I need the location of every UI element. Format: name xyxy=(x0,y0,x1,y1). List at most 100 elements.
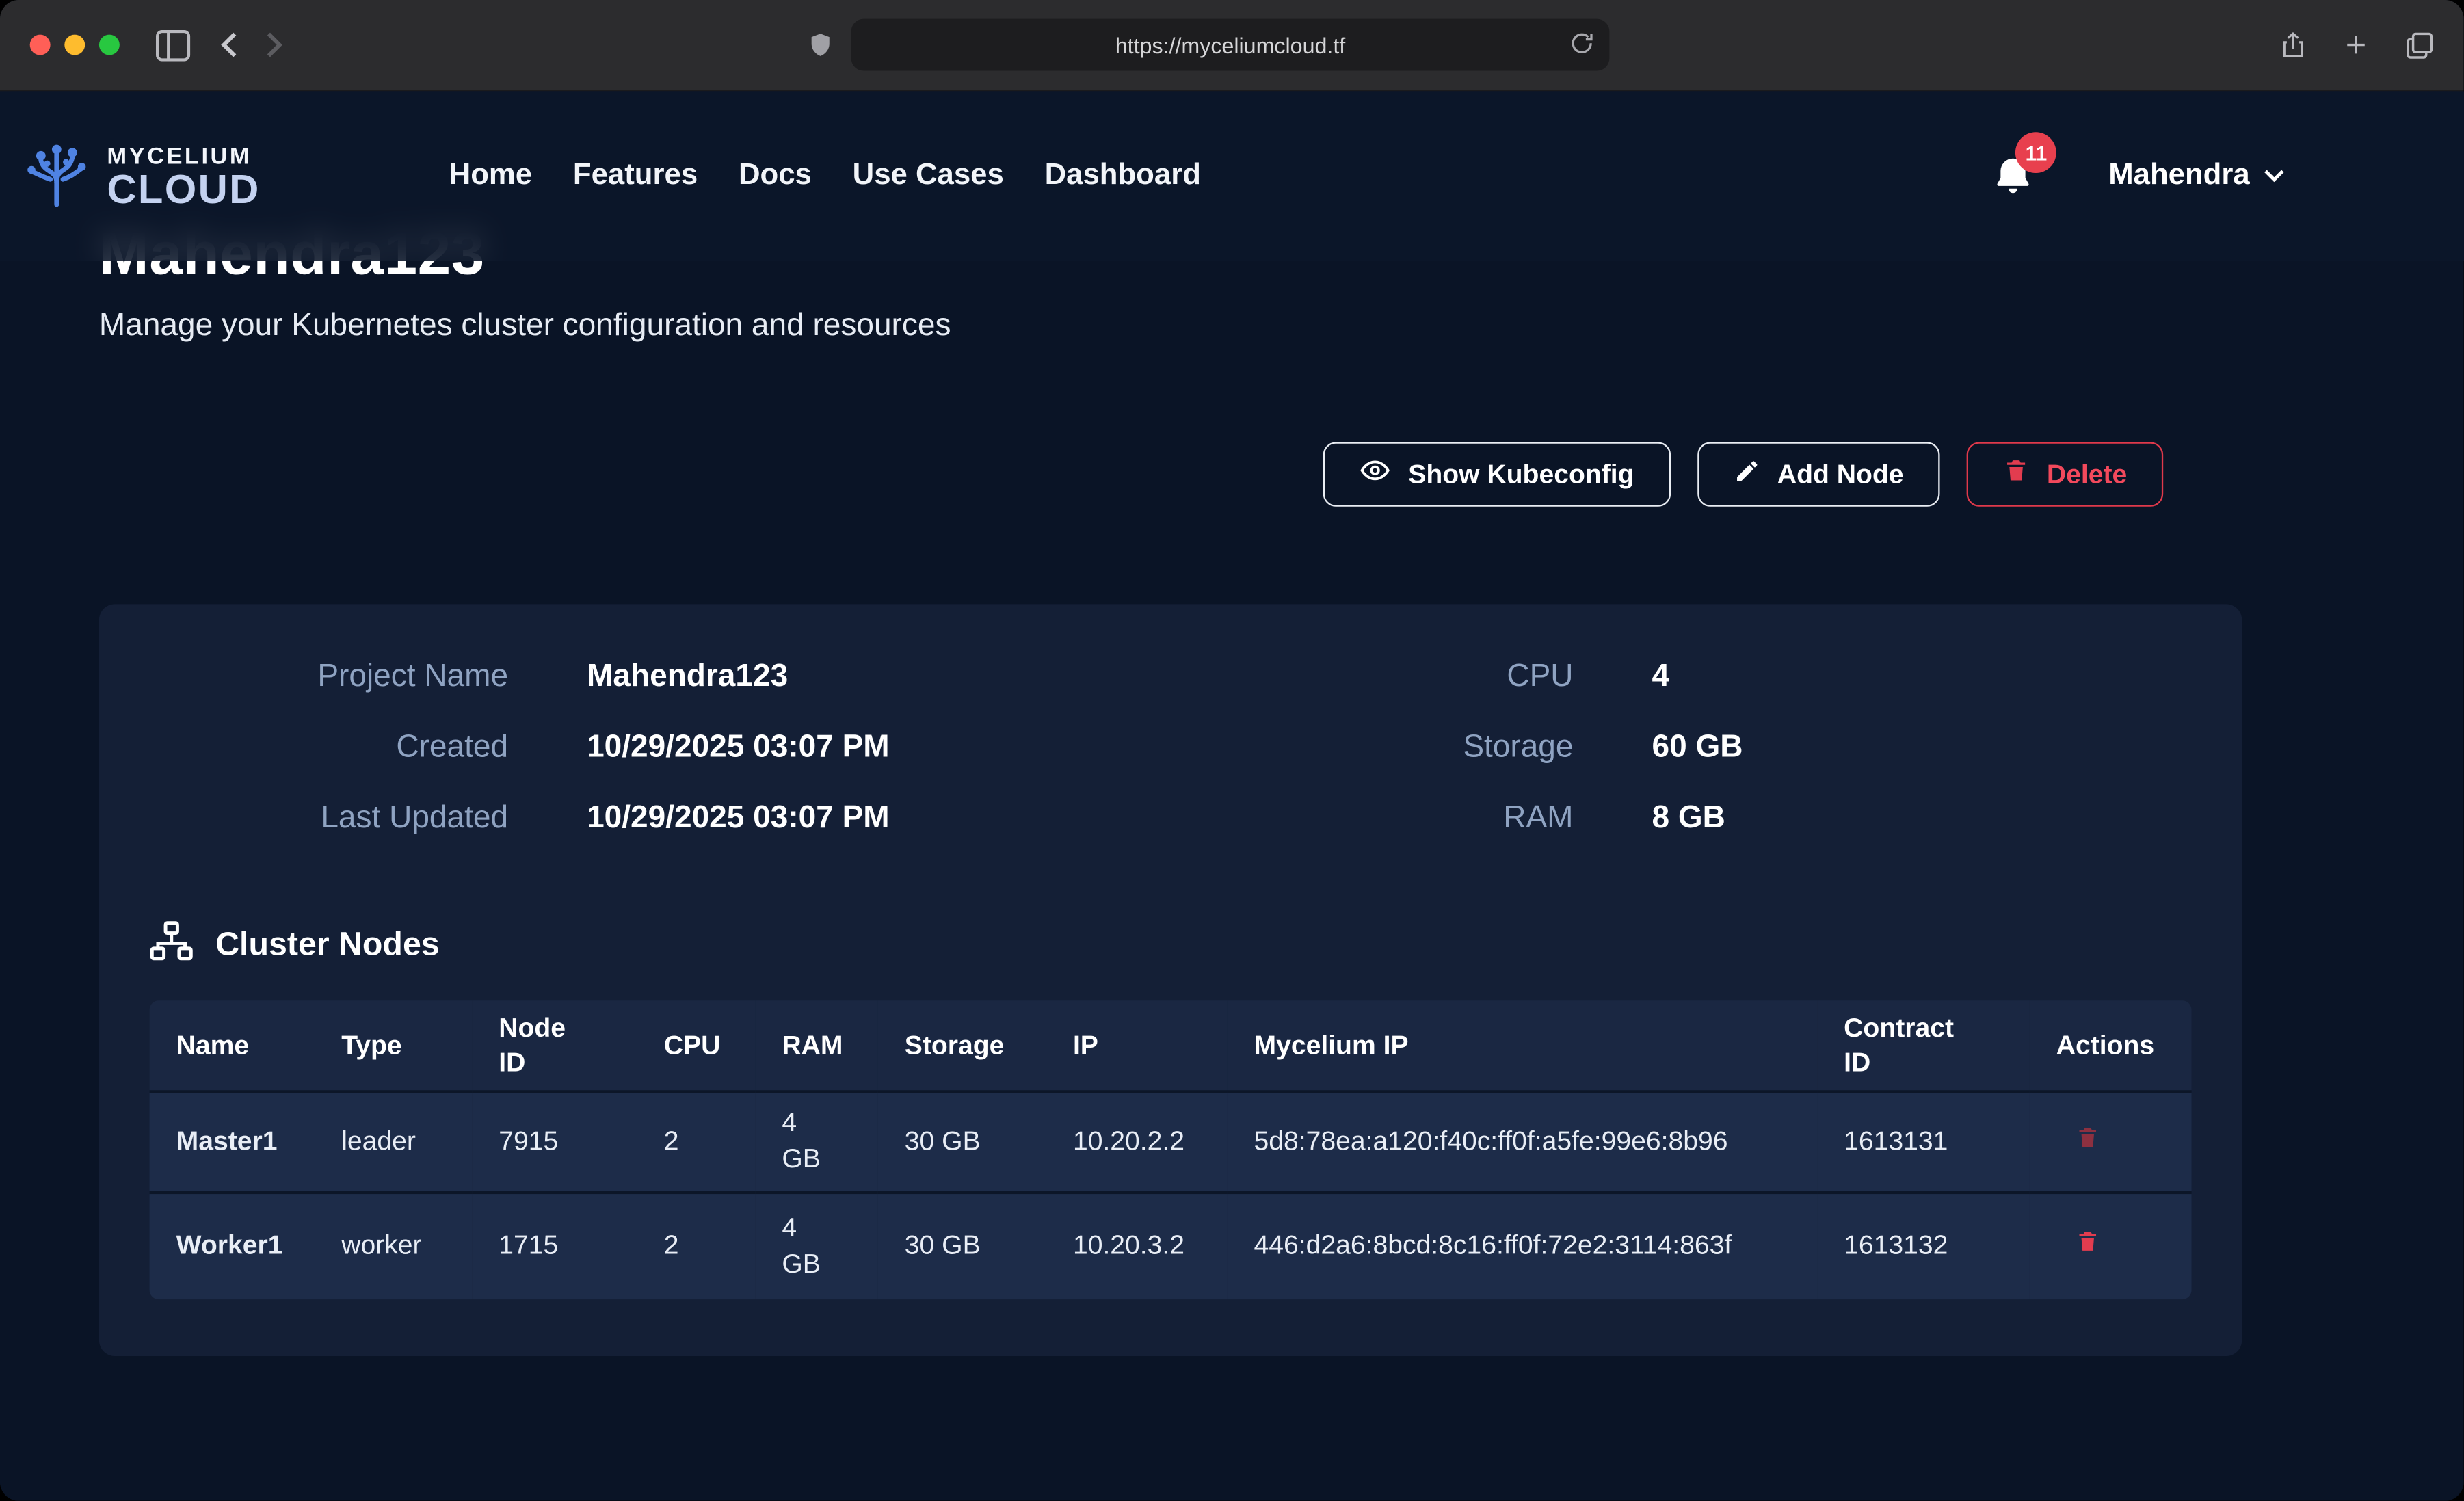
privacy-shield-icon[interactable] xyxy=(807,30,834,60)
delete-node-button[interactable] xyxy=(2056,1227,2100,1260)
chevron-down-icon xyxy=(2264,162,2284,190)
cluster-actions: Show Kubeconfig Add Node Delete xyxy=(99,442,2163,506)
col-ip: IP xyxy=(1046,1000,1228,1091)
node-ram: 4 GB xyxy=(755,1193,877,1299)
node-storage: 30 GB xyxy=(878,1193,1046,1299)
col-actions: Actions xyxy=(2030,1000,2192,1091)
project-name-value: Mahendra123 xyxy=(587,642,1153,713)
scaled-stage: https://myceliumcloud.tf xyxy=(0,0,2464,1501)
address-bar-zone: https://myceliumcloud.tf xyxy=(807,0,1609,90)
last-updated-value: 10/29/2025 03:07 PM xyxy=(587,784,1153,855)
node-name: Master1 xyxy=(150,1092,315,1193)
add-node-button[interactable]: Add Node xyxy=(1697,442,1940,506)
info-label: Created xyxy=(150,713,509,784)
page-viewport: MYCELIUM CLOUD Home Features Docs Use Ca… xyxy=(0,91,2464,1500)
table-row: Master1 leader 7915 2 4 GB 30 GB 10.20.2… xyxy=(150,1092,2192,1193)
node-ip: 10.20.2.2 xyxy=(1046,1092,1228,1193)
share-icon[interactable] xyxy=(2278,28,2308,61)
trash-icon xyxy=(2002,456,2029,492)
col-type: Type xyxy=(315,1000,472,1091)
new-tab-icon[interactable] xyxy=(2341,30,2371,60)
nav-links: Home Features Docs Use Cases Dashboard xyxy=(449,159,1201,194)
mycelium-logo-icon xyxy=(19,137,94,215)
pencil-icon xyxy=(1733,457,1760,492)
node-ip: 10.20.3.2 xyxy=(1046,1193,1228,1299)
nav-item-use-cases[interactable]: Use Cases xyxy=(853,159,1004,194)
user-name: Mahendra xyxy=(2108,159,2249,194)
minimize-window-button[interactable] xyxy=(64,35,85,55)
info-label: Storage xyxy=(1232,713,1573,784)
main-content: Mahendra123 Manage your Kubernetes clust… xyxy=(0,91,2464,1356)
info-label: Project Name xyxy=(150,642,509,713)
node-mycelium-ip: 5d8:78ea:a120:f40c:ff0f:a5fe:99e6:8b96 xyxy=(1227,1092,1817,1193)
delete-node-button[interactable] xyxy=(2056,1122,2100,1155)
trash-icon xyxy=(2075,1236,2100,1260)
col-ram: RAM xyxy=(755,1000,877,1091)
node-name: Worker1 xyxy=(150,1193,315,1299)
section-title: Cluster Nodes xyxy=(215,926,440,964)
node-storage: 30 GB xyxy=(878,1092,1046,1193)
nav-item-dashboard[interactable]: Dashboard xyxy=(1045,159,1201,194)
show-kubeconfig-button[interactable]: Show Kubeconfig xyxy=(1323,442,1670,506)
cpu-value: 4 xyxy=(1652,642,2192,713)
storage-value: 60 GB xyxy=(1652,713,2192,784)
col-name: Name xyxy=(150,1000,315,1091)
nav-item-docs[interactable]: Docs xyxy=(739,159,812,194)
info-label: Last Updated xyxy=(150,784,509,855)
notification-count-badge: 11 xyxy=(2016,132,2057,173)
cluster-info-grid: Project Name Mahendra123 CPU 4 Created 1… xyxy=(150,642,2192,855)
delete-cluster-button[interactable]: Delete xyxy=(1967,442,2164,506)
sidebar-toggle-icon[interactable] xyxy=(154,27,191,62)
tab-overview-icon[interactable] xyxy=(2404,29,2435,61)
node-id: 1715 xyxy=(472,1193,637,1299)
nav-item-features[interactable]: Features xyxy=(573,159,698,194)
col-cpu: CPU xyxy=(637,1000,756,1091)
logo-text-top: MYCELIUM xyxy=(107,144,260,168)
info-label: CPU xyxy=(1232,642,1573,713)
notifications-button[interactable]: 11 xyxy=(1992,154,2036,198)
browser-window: https://myceliumcloud.tf xyxy=(0,0,2464,1501)
node-cpu: 2 xyxy=(637,1193,756,1299)
navbar-right: 11 Mahendra xyxy=(1992,154,2284,198)
zoom-window-button[interactable] xyxy=(99,35,120,55)
table-header-row: Name Type Node ID CPU RAM Storage IP Myc… xyxy=(150,1000,2192,1091)
nav-item-home[interactable]: Home xyxy=(449,159,532,194)
reload-icon[interactable] xyxy=(1569,30,1595,57)
cluster-nodes-table: Name Type Node ID CPU RAM Storage IP Myc… xyxy=(150,1000,2192,1299)
node-cpu: 2 xyxy=(637,1092,756,1193)
forward-icon[interactable] xyxy=(266,31,283,58)
eye-icon xyxy=(1360,457,1391,490)
col-storage: Storage xyxy=(878,1000,1046,1091)
node-id: 7915 xyxy=(472,1092,637,1193)
node-type: leader xyxy=(315,1092,472,1193)
cluster-detail-card: Project Name Mahendra123 CPU 4 Created 1… xyxy=(99,604,2242,1356)
ram-value: 8 GB xyxy=(1652,784,2192,855)
user-menu[interactable]: Mahendra xyxy=(2108,159,2284,194)
url-text: https://myceliumcloud.tf xyxy=(1115,32,1346,57)
trash-icon xyxy=(2075,1132,2100,1156)
col-mycelium-ip: Mycelium IP xyxy=(1227,1000,1817,1091)
page-subtitle: Manage your Kubernetes cluster configura… xyxy=(99,308,2242,345)
close-window-button[interactable] xyxy=(30,35,51,55)
info-label: RAM xyxy=(1232,784,1573,855)
back-icon[interactable] xyxy=(220,31,237,58)
table-row: Worker1 worker 1715 2 4 GB 30 GB 10.20.3… xyxy=(150,1193,2192,1299)
logo-text-bottom: CLOUD xyxy=(107,168,260,209)
col-contract-id: Contract ID xyxy=(1817,1000,2030,1091)
browser-toolbar: https://myceliumcloud.tf xyxy=(0,0,2464,91)
node-contract-id: 1613131 xyxy=(1817,1092,2030,1193)
url-input[interactable]: https://myceliumcloud.tf xyxy=(851,19,1610,71)
created-value: 10/29/2025 03:07 PM xyxy=(587,713,1153,784)
node-mycelium-ip: 446:d2a6:8bcd:8c16:ff0f:72e2:3114:863f xyxy=(1227,1193,1817,1299)
cluster-nodes-header: Cluster Nodes xyxy=(150,920,2192,969)
window-controls xyxy=(0,35,120,55)
toolbar-right-icons xyxy=(2278,0,2435,90)
node-type: worker xyxy=(315,1193,472,1299)
col-node-id: Node ID xyxy=(472,1000,637,1091)
node-contract-id: 1613132 xyxy=(1817,1193,2030,1299)
top-navbar: MYCELIUM CLOUD Home Features Docs Use Ca… xyxy=(0,91,2464,261)
brand-logo[interactable]: MYCELIUM CLOUD xyxy=(19,137,261,215)
hierarchy-icon xyxy=(150,920,194,969)
node-ram: 4 GB xyxy=(755,1092,877,1193)
bell-icon xyxy=(1992,178,2035,204)
